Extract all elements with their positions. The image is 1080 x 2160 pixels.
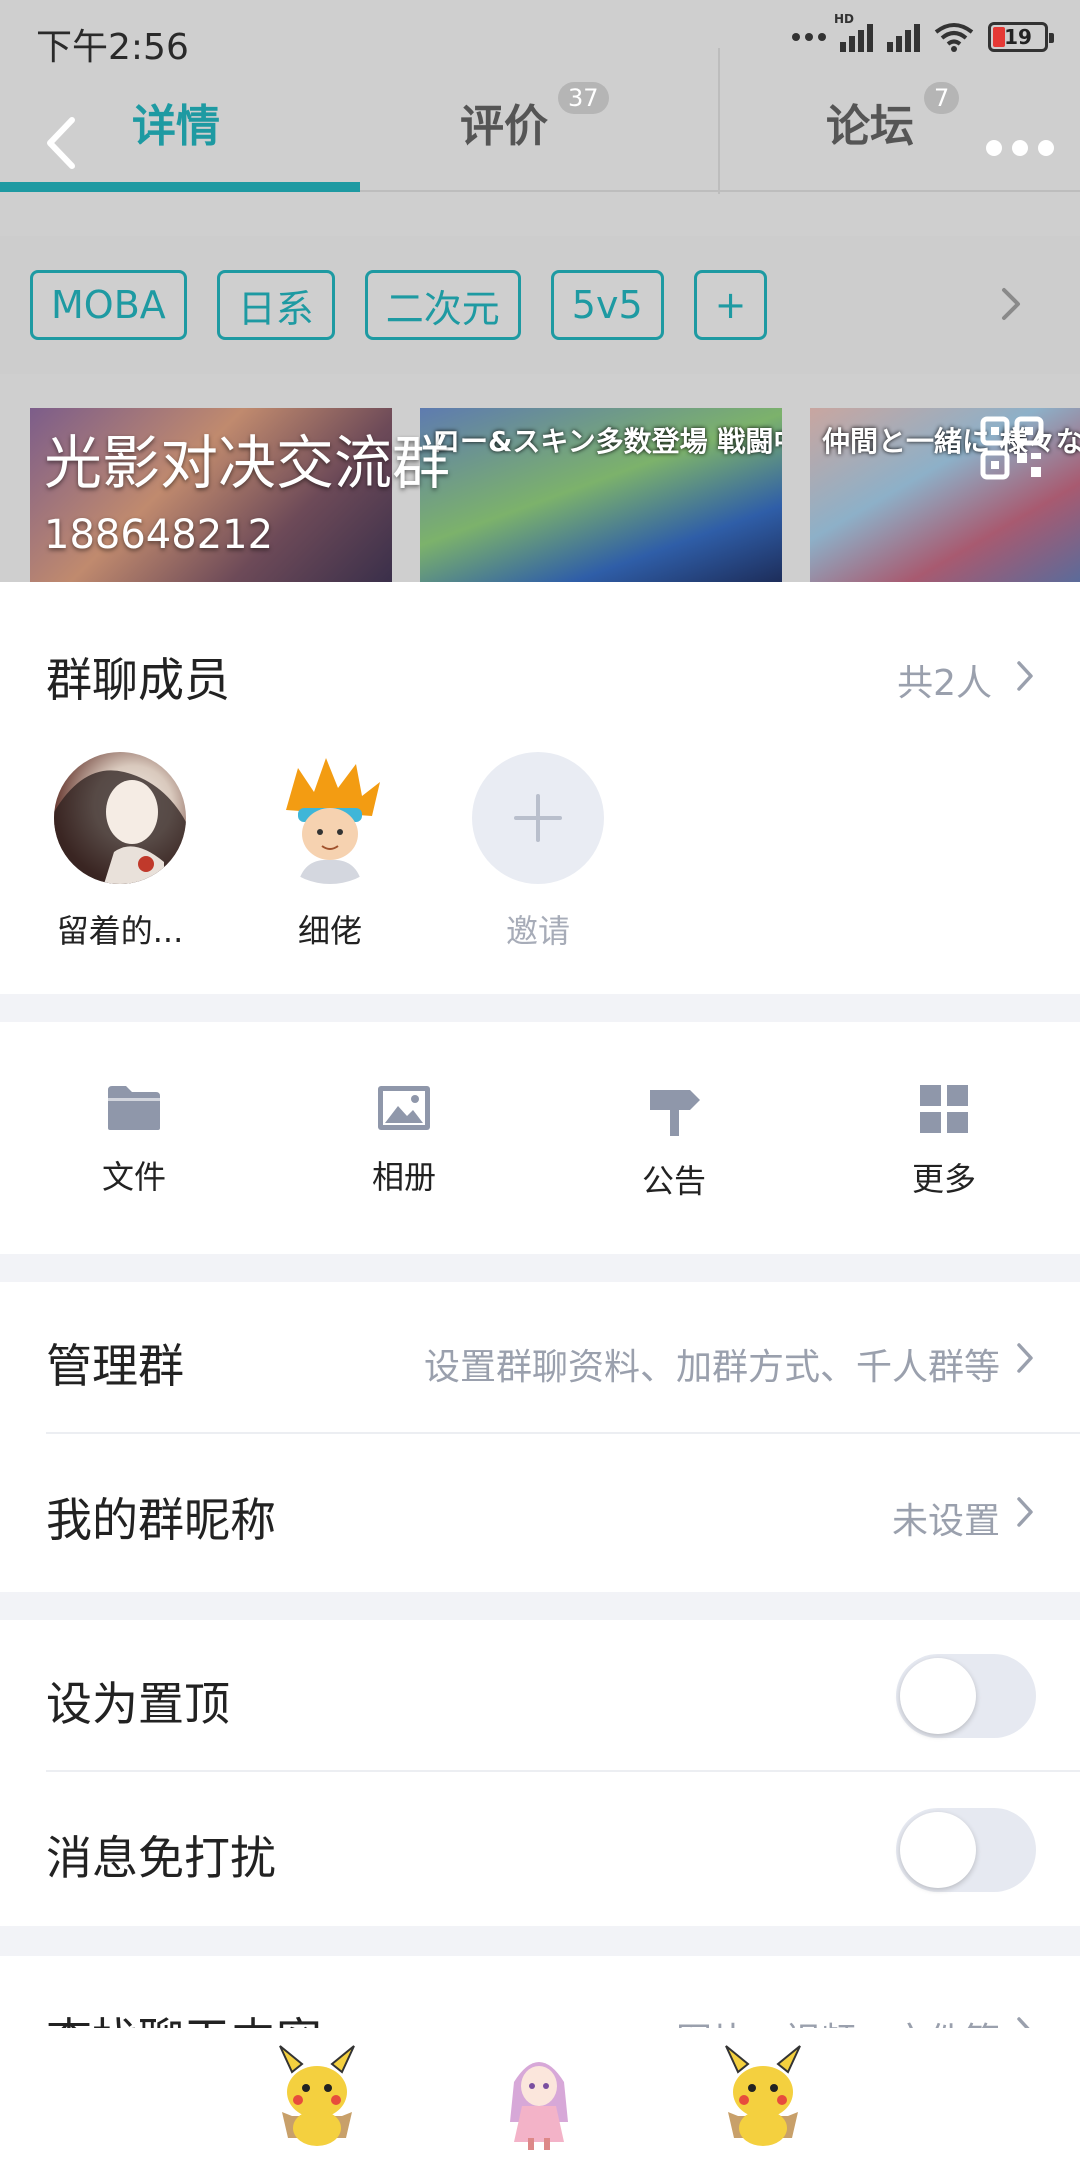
group-nickname-value: 未设置 <box>891 1501 1000 1542</box>
pin-top-row: 设为置顶 <box>0 1620 1080 1772</box>
group-name: 光影对决交流群 <box>44 429 451 497</box>
invite-add-icon[interactable] <box>472 752 604 884</box>
avatar[interactable] <box>264 752 396 884</box>
tab-bar: 详情 评价 37 论坛 7 <box>0 48 1080 194</box>
chevron-right-icon[interactable] <box>1016 660 1034 692</box>
tag-japanese[interactable]: 日系 <box>216 270 335 340</box>
sticker-bar <box>0 2028 1080 2160</box>
tab-divider <box>718 48 720 194</box>
tag-moba[interactable]: MOBA <box>30 270 187 340</box>
tab-forum-label: 论坛 <box>826 101 914 152</box>
group-id: 188648212 <box>44 512 274 558</box>
announcement-button[interactable]: 公告 <box>574 1084 774 1202</box>
pin-top-toggle[interactable] <box>896 1654 1036 1738</box>
manage-group-value: 设置群聊资料、加群方式、千人群等 <box>423 1347 1000 1388</box>
pikachu-sticker-icon[interactable] <box>262 2042 372 2152</box>
row-divider <box>46 1432 1080 1434</box>
grid-icon <box>920 1085 968 1133</box>
chevron-right-icon <box>1017 1497 1033 1527</box>
more-label: 更多 <box>911 1160 976 1198</box>
tag-row: MOBA 日系 二次元 5v5 + <box>0 236 1080 374</box>
anime-girl-sticker-icon[interactable] <box>484 2042 594 2152</box>
announcement-label: 公告 <box>641 1162 706 1200</box>
add-tag-button[interactable]: + <box>693 270 768 340</box>
tab-details[interactable]: 详情 <box>132 90 220 154</box>
do-not-disturb-title: 消息免打扰 <box>46 1831 276 1885</box>
do-not-disturb-row: 消息免打扰 <box>0 1774 1080 1926</box>
settings-group-toggles: 设为置顶 消息免打扰 <box>0 1620 1080 1926</box>
top-dim-area: 下午2:56 HD 19 详情 评价 37 论坛 7 MOBA 日系 二次元 5… <box>0 0 1080 582</box>
image-icon <box>378 1086 430 1130</box>
member-name: 留着的... <box>56 912 184 950</box>
signpost-icon <box>650 1090 700 1136</box>
game-screenshot[interactable]: ロー&スキン多数登場 戦闘中で自由変換可能! <box>420 408 782 582</box>
screen: 下午2:56 HD 19 详情 评价 37 论坛 7 MOBA 日系 二次元 5… <box>0 0 1080 2160</box>
battery-level: 19 <box>1004 25 1032 49</box>
manage-group-row[interactable]: 管理群 设置群聊资料、加群方式、千人群等 <box>0 1282 1080 1434</box>
members-count[interactable]: 共2人 <box>897 654 992 706</box>
tab-forum-badge: 7 <box>924 82 960 114</box>
tag-list: MOBA 日系 二次元 5v5 + <box>30 270 768 340</box>
tag-anime[interactable]: 二次元 <box>364 270 521 340</box>
chevron-right-icon[interactable] <box>1000 286 1022 322</box>
back-arrow-icon[interactable] <box>44 116 78 170</box>
tab-reviews-badge: 37 <box>558 82 609 114</box>
tab-details-label: 详情 <box>132 101 220 152</box>
more-dots-icon[interactable] <box>986 140 1054 156</box>
pikachu-sticker-icon[interactable] <box>708 2042 818 2152</box>
tag-5v5[interactable]: 5v5 <box>550 270 664 340</box>
manage-group-title: 管理群 <box>46 1339 184 1393</box>
tab-active-indicator <box>0 182 360 192</box>
chevron-right-icon <box>1017 1343 1033 1373</box>
avatar[interactable] <box>54 752 186 884</box>
group-tools-section: 文件 相册 公告 更多 <box>0 1022 1080 1254</box>
do-not-disturb-toggle[interactable] <box>896 1808 1036 1892</box>
tab-reviews[interactable]: 评价 37 <box>460 82 609 154</box>
more-button[interactable]: 更多 <box>844 1084 1044 1200</box>
files-label: 文件 <box>101 1158 166 1196</box>
members-title: 群聊成员 <box>46 653 230 707</box>
notification-dots-icon <box>792 33 826 41</box>
qr-code-icon[interactable] <box>980 416 1044 480</box>
tab-forum[interactable]: 论坛 7 <box>826 82 960 154</box>
group-nickname-title: 我的群昵称 <box>46 1493 276 1547</box>
settings-group-manage: 管理群 设置群聊资料、加群方式、千人群等 我的群昵称 未设置 <box>0 1282 1080 1592</box>
files-button[interactable]: 文件 <box>34 1084 234 1198</box>
screenshot-banner[interactable]: ロー&スキン多数登場 戦闘中で自由変換可能! 仲間と一緒に 様々なプレイ 光影对… <box>0 408 1080 582</box>
pin-top-title: 设为置顶 <box>46 1677 230 1731</box>
album-button[interactable]: 相册 <box>304 1084 504 1198</box>
group-nickname-row[interactable]: 我的群昵称 未设置 <box>0 1436 1080 1588</box>
invite-label: 邀请 <box>505 912 570 950</box>
tab-reviews-label: 评价 <box>460 101 548 152</box>
folder-icon <box>108 1086 160 1130</box>
album-label: 相册 <box>371 1158 436 1196</box>
member-name: 细佬 <box>297 912 362 950</box>
members-section: 群聊成员 共2人 留着的... 细佬 邀请 <box>0 582 1080 994</box>
row-divider <box>46 1770 1080 1772</box>
